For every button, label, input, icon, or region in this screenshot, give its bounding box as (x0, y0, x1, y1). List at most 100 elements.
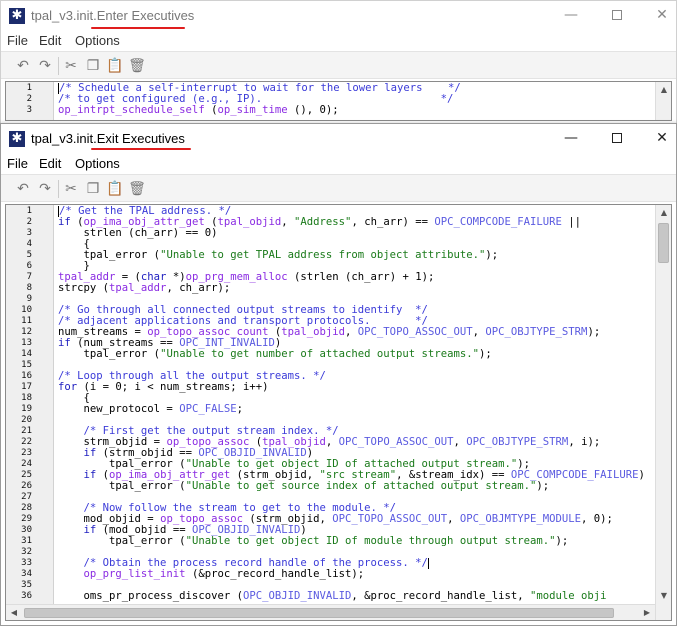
close-icon[interactable]: ✕ (652, 5, 672, 25)
code-line[interactable]: 29 mod_objid = op_topo_assoc (strm_objid… (6, 514, 655, 525)
code-token: op_sim_time (217, 105, 288, 116)
code-line[interactable]: 2 /* to get configured (e.g., IP). */ (6, 94, 655, 105)
minimize-icon[interactable]: — (561, 128, 581, 148)
code-line[interactable]: 4 { (6, 239, 655, 250)
enter-executives-window[interactable]: ✱ tpal_v3.init.Enter Executives — ✕ File… (0, 0, 677, 125)
code-line[interactable]: 36 oms_pr_process_discover (OPC_OBJID_IN… (6, 591, 655, 602)
paste-icon[interactable]: 📋 (105, 179, 125, 199)
close-icon[interactable]: ✕ (652, 128, 672, 148)
code-line[interactable]: 7 tpal_addr = (char *)op_prg_mem_alloc (s… (6, 272, 655, 283)
title-underline-mark (91, 27, 185, 29)
code-line[interactable]: 31 tpal_error ("Unable to get object ID … (6, 536, 655, 547)
code-line[interactable]: 19 new_protocol = OPC_FALSE; (6, 404, 655, 415)
code-token: strm_objid = (58, 437, 167, 448)
code-line[interactable]: 15 (6, 360, 655, 371)
code-line[interactable]: 24 tpal_error ("Unable to get object ID … (6, 459, 655, 470)
text-cursor (427, 558, 429, 569)
code-line[interactable]: 22 strm_objid = op_topo_assoc (tpal_obji… (6, 437, 655, 448)
delete-icon[interactable]: 🗑 (127, 179, 147, 199)
vertical-scrollbar[interactable]: ▲ (655, 82, 671, 120)
code-token: tpal_error ( (58, 481, 186, 492)
vertical-scroll-thumb[interactable] (658, 223, 669, 263)
code-line[interactable]: 10 /* Go through all connected output str… (6, 305, 655, 316)
code-token: tpal_addr (58, 272, 116, 283)
code-editor[interactable]: 1 /* Schedule a self-interrupt to wait fo… (5, 81, 672, 121)
code-line[interactable]: 5 tpal_error ("Unable to get TPAL addres… (6, 250, 655, 261)
horizontal-scroll-thumb[interactable] (24, 608, 614, 618)
code-line[interactable]: 6 } (6, 261, 655, 272)
redo-icon[interactable]: ↷ (35, 179, 55, 199)
scroll-left-icon[interactable]: ◀ (6, 605, 22, 620)
undo-icon[interactable]: ↶ (13, 56, 33, 76)
scroll-right-icon[interactable]: ▶ (639, 605, 655, 620)
code-token: "Unable to get object ID of attached out… (185, 459, 518, 470)
code-line[interactable]: 21 /* First get the output stream index.… (6, 426, 655, 437)
code-line[interactable]: 1 /* Schedule a self-interrupt to wait fo… (6, 83, 655, 94)
code-line[interactable]: 17 for (i = 0; i < num_streams; i++) (6, 382, 655, 393)
code-line[interactable]: 16 /* Loop through all the output streams… (6, 371, 655, 382)
minimize-icon[interactable]: — (561, 5, 581, 25)
menu-edit[interactable]: Edit (39, 33, 61, 48)
menu-file[interactable]: File (7, 156, 28, 171)
scroll-down-icon[interactable]: ▼ (656, 588, 671, 604)
maximize-icon[interactable] (607, 128, 627, 148)
delete-icon[interactable]: 🗑 (127, 56, 147, 76)
code-line[interactable]: 2 if (op_ima_obj_attr_get (tpal_objid, "A… (6, 217, 655, 228)
scroll-up-icon[interactable]: ▲ (656, 205, 671, 221)
code-token: , (345, 327, 358, 338)
paste-icon[interactable]: 📋 (105, 56, 125, 76)
code-line[interactable]: 12 num_streams = op_topo_assoc_count (tpa… (6, 327, 655, 338)
line-number: 26 (21, 481, 32, 491)
code-line[interactable]: 23 if (strm_objid == OPC_OBJID_INVALID) (6, 448, 655, 459)
code-line[interactable]: 35 (6, 580, 655, 591)
code-editor[interactable]: 1/* Get the TPAL address. */2 if (op_ima_… (5, 204, 672, 621)
code-token: "Unable to get TPAL address from object … (160, 250, 486, 261)
maximize-icon[interactable] (607, 5, 627, 25)
code-token: = ( (115, 272, 141, 283)
line-number: 28 (21, 503, 32, 513)
code-line[interactable]: 14 tpal_error ("Unable to get number of … (6, 349, 655, 360)
code-line[interactable]: 34 op_prg_list_init (&proc_record_handle… (6, 569, 655, 580)
undo-icon[interactable]: ↶ (13, 179, 33, 199)
code-line[interactable]: 18 { (6, 393, 655, 404)
code-line[interactable]: 20 (6, 415, 655, 426)
code-token: ; (236, 404, 243, 415)
menu-options[interactable]: Options (75, 33, 120, 48)
code-token: "Unable to get object ID of module throu… (185, 536, 556, 547)
code-line[interactable]: 26 tpal_error ("Unable to get source ind… (6, 481, 655, 492)
line-number: 18 (21, 393, 32, 403)
title-bar[interactable]: ✱ tpal_v3.init.Enter Executives — ✕ (1, 1, 676, 31)
exit-executives-window[interactable]: ✱ tpal_v3.init.Exit Executives — ✕ File … (0, 123, 677, 626)
code-line[interactable]: 32 (6, 547, 655, 558)
vertical-scrollbar[interactable]: ▲ ▼ (655, 205, 671, 620)
code-line[interactable]: 3 op_intrpt_schedule_self (op_sim_time ()… (6, 105, 655, 116)
horizontal-scrollbar[interactable]: ◀ ▶ (6, 604, 655, 620)
menu-file[interactable]: File (7, 33, 28, 48)
code-line[interactable]: 28 /* Now follow the stream to get to th… (6, 503, 655, 514)
code-token: tpal_objid (281, 327, 346, 338)
line-number: 2 (26, 94, 32, 104)
title-bar[interactable]: ✱ tpal_v3.init.Exit Executives — ✕ (1, 124, 676, 154)
menu-edit[interactable]: Edit (39, 156, 61, 171)
redo-icon[interactable]: ↷ (35, 56, 55, 76)
cut-icon[interactable]: ✂ (61, 56, 81, 76)
code-line[interactable]: 25 if (op_ima_obj_attr_get (strm_objid, … (6, 470, 655, 481)
copy-icon[interactable]: ❐ (83, 179, 103, 199)
scroll-up-icon[interactable]: ▲ (656, 82, 671, 98)
code-token: op_ima_obj_attr_get (83, 217, 205, 228)
code-line[interactable]: 11 /* adjacent applications and transport… (6, 316, 655, 327)
code-token: tpal_error ( (58, 459, 186, 470)
menu-options[interactable]: Options (75, 156, 120, 171)
copy-icon[interactable]: ❐ (83, 56, 103, 76)
code-token: (), 0); (287, 105, 339, 116)
code-line[interactable]: 27 (6, 492, 655, 503)
code-line[interactable]: 8 strcpy (tpal_addr, ch_arr); (6, 283, 655, 294)
cut-icon[interactable]: ✂ (61, 179, 81, 199)
code-line[interactable]: 9 (6, 294, 655, 305)
code-line[interactable]: 33 /* Obtain the process record handle o… (6, 558, 655, 569)
code-line[interactable]: 13 if (num_streams == OPC_INT_INVALID) (6, 338, 655, 349)
code-line[interactable]: 3 strlen (ch_arr) == 0) (6, 228, 655, 239)
code-line[interactable]: 30 if (mod_objid == OPC_OBJID_INVALID) (6, 525, 655, 536)
code-line[interactable]: 1 /* Get the TPAL address. */ (6, 206, 655, 217)
code-token: , &stream_idx) == (396, 470, 511, 481)
